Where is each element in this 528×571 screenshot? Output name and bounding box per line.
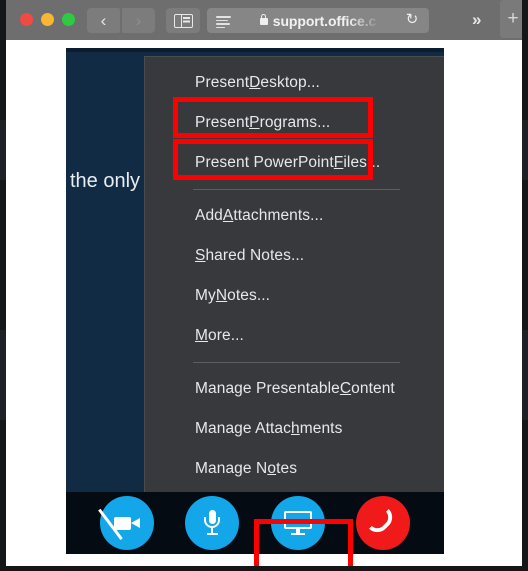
menu-label-accel: M bbox=[195, 327, 209, 344]
menu-label-post: iles... bbox=[343, 154, 381, 171]
menu-label-post: esktop... bbox=[260, 74, 320, 91]
menu-separator bbox=[193, 189, 400, 190]
camera-off-icon bbox=[97, 508, 140, 540]
browser-toolbar: ‹ › support.office.c ↻ » + bbox=[6, 0, 522, 41]
menu-label-accel: C bbox=[339, 380, 352, 397]
menu-label-accel: D bbox=[249, 74, 261, 91]
menu-item-my-notes[interactable]: My Notes... bbox=[145, 276, 444, 316]
forward-arrow-icon: › bbox=[135, 11, 142, 30]
menu-label-post: ontent bbox=[351, 380, 395, 397]
sidebar-toggle-button[interactable] bbox=[166, 8, 200, 33]
menu-item-more[interactable]: More... bbox=[145, 316, 444, 356]
menu-label-accel: A bbox=[222, 207, 234, 224]
window-traffic-lights bbox=[20, 13, 75, 26]
menu-label-post: ttachments... bbox=[233, 207, 324, 224]
monitor-icon bbox=[283, 511, 312, 536]
hangup-button[interactable] bbox=[356, 496, 411, 550]
close-window-button[interactable] bbox=[20, 13, 33, 26]
menu-label-pre: Present bbox=[195, 74, 250, 91]
menu-label-pre: Add bbox=[195, 207, 223, 224]
menu-separator bbox=[193, 362, 400, 363]
menu-label-accel: o bbox=[267, 460, 277, 477]
present-button[interactable] bbox=[270, 496, 325, 550]
menu-label-pre: My bbox=[195, 287, 216, 304]
toolbar-overflow-button[interactable]: » bbox=[472, 10, 482, 30]
microphone-icon bbox=[203, 510, 221, 536]
maximize-window-button[interactable] bbox=[62, 13, 75, 26]
call-stage-text: the only bbox=[70, 170, 141, 192]
skype-call-window-image: the only Present Desktop... Present Prog… bbox=[66, 48, 444, 554]
sidebar-icon bbox=[173, 13, 193, 28]
camera-off-button[interactable] bbox=[97, 496, 154, 550]
menu-label-post: ments bbox=[299, 420, 343, 437]
menu-item-shared-notes[interactable]: Shared Notes... bbox=[145, 236, 444, 276]
menu-item-present-powerpoint-files[interactable]: Present PowerPoint Files... bbox=[145, 143, 444, 183]
menu-label-post: otes... bbox=[227, 287, 271, 304]
back-arrow-icon: ‹ bbox=[100, 11, 107, 30]
menu-label-accel: N bbox=[215, 287, 228, 304]
lock-icon bbox=[259, 14, 268, 25]
call-video-stage: the only Present Desktop... Present Prog… bbox=[66, 52, 444, 508]
call-control-bar bbox=[66, 492, 444, 554]
address-bar-content: support.office.c bbox=[207, 8, 429, 33]
back-button[interactable]: ‹ bbox=[87, 8, 120, 33]
minimize-window-button[interactable] bbox=[41, 13, 54, 26]
menu-label-accel: h bbox=[291, 420, 300, 437]
reload-icon[interactable]: ↻ bbox=[405, 12, 419, 27]
present-context-menu: Present Desktop... Present Programs... P… bbox=[144, 56, 444, 508]
menu-item-manage-notes[interactable]: Manage No tes bbox=[145, 449, 444, 489]
address-bar[interactable]: support.office.c ↻ bbox=[207, 8, 429, 33]
page-content: the only Present Desktop... Present Prog… bbox=[6, 40, 522, 566]
menu-label-accel: S bbox=[195, 247, 206, 264]
menu-label-post: ore... bbox=[208, 327, 244, 344]
menu-label-pre: Manage Attac bbox=[195, 420, 291, 437]
menu-item-manage-presentable-content[interactable]: Manage Presentable Content bbox=[145, 369, 444, 409]
menu-label-pre: Present PowerPoint bbox=[195, 154, 334, 171]
menu-label-post: hared Notes... bbox=[205, 247, 305, 264]
url-text: support.office.c bbox=[272, 12, 377, 29]
browser-window: ‹ › support.office.c ↻ » + the only Pres… bbox=[6, 0, 522, 566]
menu-item-add-attachments[interactable]: Add Attachments... bbox=[145, 196, 444, 236]
menu-label-post: rograms... bbox=[259, 114, 331, 131]
phone-hangup-icon bbox=[369, 508, 398, 538]
new-tab-button[interactable]: + bbox=[500, 0, 522, 38]
menu-label-accel: F bbox=[333, 154, 344, 171]
menu-label-pre: Present bbox=[195, 114, 250, 131]
menu-label-accel: P bbox=[249, 114, 260, 131]
menu-label-pre: Manage N bbox=[195, 460, 268, 477]
menu-item-present-programs[interactable]: Present Programs... bbox=[145, 103, 444, 143]
menu-label-post: tes bbox=[276, 460, 298, 477]
menu-item-present-desktop[interactable]: Present Desktop... bbox=[145, 63, 444, 103]
microphone-button[interactable] bbox=[185, 496, 240, 550]
menu-label-pre: Manage Presentable bbox=[195, 380, 340, 397]
forward-button[interactable]: › bbox=[122, 8, 155, 33]
menu-item-manage-attachments[interactable]: Manage Attac h ments bbox=[145, 409, 444, 449]
navigation-buttons: ‹ › bbox=[87, 8, 155, 33]
